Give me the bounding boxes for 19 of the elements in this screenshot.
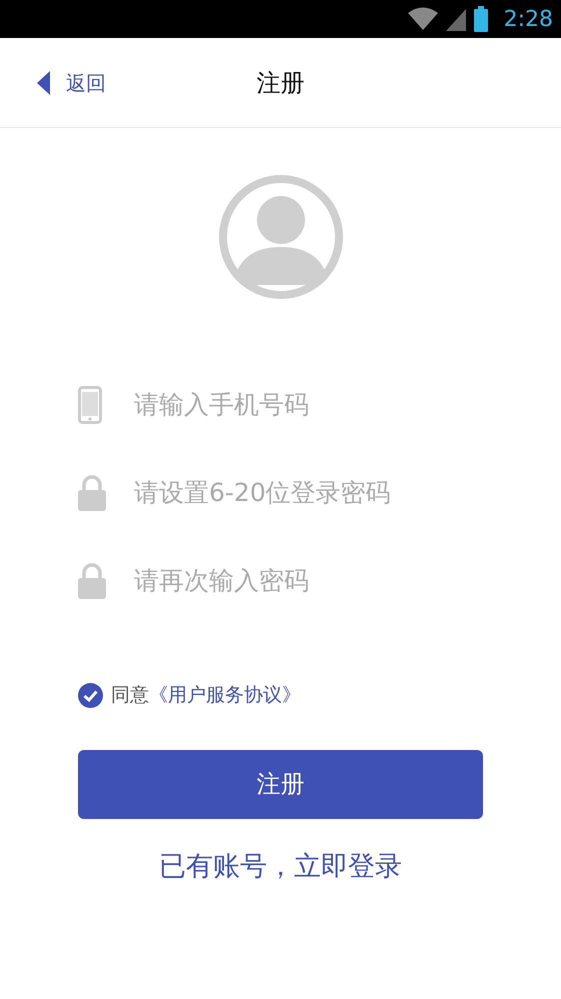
register-button[interactable]: 注册 — [78, 750, 483, 818]
lock-icon — [78, 563, 106, 599]
phone-icon — [78, 386, 102, 424]
input-field[interactable]: 请设置6-20位登录密码 — [134, 474, 534, 512]
battery-icon — [474, 6, 488, 32]
input-field[interactable]: 请输入手机号码 — [134, 386, 534, 424]
login-link[interactable]: 已有账号，立即登录 — [159, 846, 402, 887]
agreement-link[interactable]: 《用户服务协议》 — [149, 681, 301, 710]
status-time: 2:28 — [504, 6, 553, 34]
back-arrow-icon — [37, 70, 50, 94]
lock-icon — [78, 475, 106, 511]
signal-icon — [446, 7, 466, 31]
checkbox[interactable] — [78, 682, 103, 708]
input-field[interactable]: 请再次输入密码 — [134, 562, 534, 600]
avatar-icon — [218, 175, 342, 299]
agree-label: 同意 — [111, 683, 149, 708]
page-title: 注册 — [256, 68, 304, 98]
wifi-icon — [408, 7, 438, 31]
back-link[interactable]: 返回 — [37, 68, 106, 98]
